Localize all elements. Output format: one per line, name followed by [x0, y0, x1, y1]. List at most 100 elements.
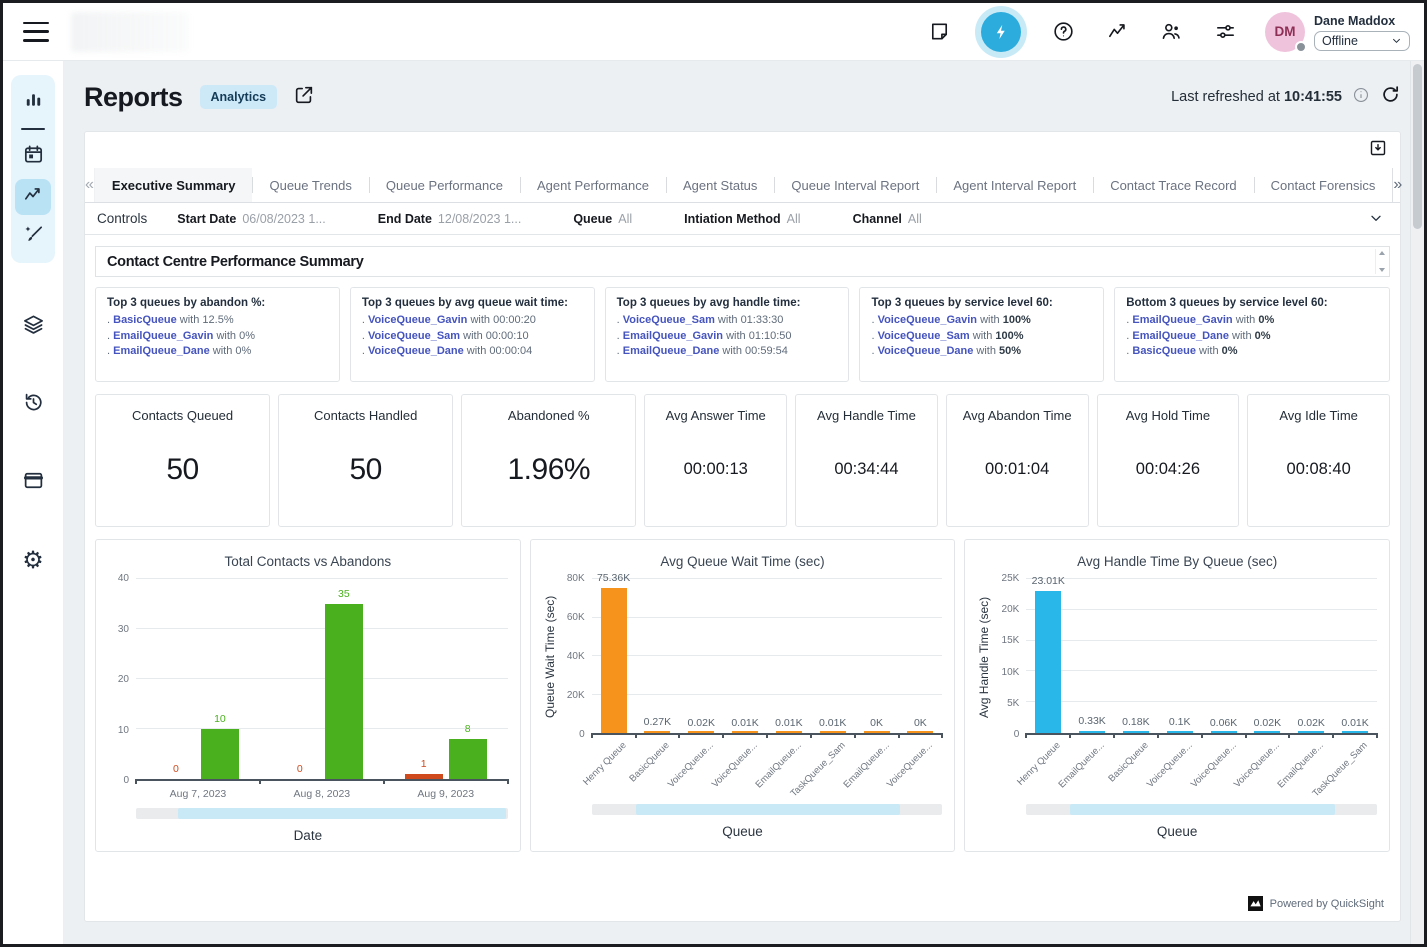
app-logo — [71, 12, 189, 52]
refresh-icon[interactable] — [1380, 84, 1401, 110]
bar-emailqueue — [1298, 731, 1324, 733]
tabs-scroll-left-icon[interactable]: « — [85, 168, 95, 202]
bar-value-label: 23.01K — [1032, 575, 1065, 587]
queue-link[interactable]: VoiceQueue_Dane — [878, 345, 974, 357]
controls-expand-icon[interactable] — [1368, 210, 1384, 231]
tab-executive-summary[interactable]: Executive Summary — [95, 168, 253, 202]
summary-scrollbar[interactable] — [1375, 249, 1387, 274]
history-icon — [22, 391, 45, 419]
queue-link[interactable]: BasicQueue — [1132, 345, 1196, 357]
queue-link[interactable]: EmailQueue_Gavin — [113, 330, 213, 342]
preferences-sliders-icon[interactable] — [1213, 20, 1237, 44]
tabs-scroll-right-icon[interactable]: » — [1392, 168, 1402, 202]
bar-value-label: 0.01K — [731, 717, 758, 729]
insights-icon[interactable] — [1105, 20, 1129, 44]
info-icon[interactable] — [1352, 86, 1370, 109]
filter-start-date[interactable]: Start Date06/08/2023 1... — [177, 212, 325, 226]
contacts-icon[interactable] — [1159, 20, 1183, 44]
tab-queue-interval-report[interactable]: Queue Interval Report — [774, 168, 936, 202]
chart-hscrollbar-thumb[interactable] — [178, 808, 506, 819]
note-icon[interactable] — [927, 20, 951, 44]
summary-item: . VoiceQueue_Sam with 01:33:30 — [617, 314, 838, 326]
queue-link[interactable]: VoiceQueue_Dane — [368, 345, 464, 357]
chart-hscrollbar-thumb[interactable] — [1070, 804, 1335, 815]
tab-contact-forensics[interactable]: Contact Forensics — [1254, 168, 1393, 202]
chart-plot: 75.36K0.27K0.02K0.01K0.01K0.01K0K0K — [592, 579, 943, 735]
queue-link[interactable]: EmailQueue_Dane — [1132, 330, 1229, 342]
sidebar-item-reports[interactable] — [15, 179, 51, 215]
bar-henry-queue — [601, 588, 627, 733]
download-icon[interactable] — [1368, 138, 1388, 163]
tab-agent-performance[interactable]: Agent Performance — [520, 168, 666, 202]
bar-value-label: 8 — [465, 723, 471, 735]
sidebar-item-settings[interactable]: ⚙ — [15, 543, 51, 579]
chart-plot: 01003518 — [136, 579, 508, 781]
sidebar-item-workspace[interactable] — [15, 465, 51, 501]
sidebar-item-history[interactable] — [15, 387, 51, 423]
tab-queue-performance[interactable]: Queue Performance — [369, 168, 520, 202]
scroll-up-icon[interactable] — [1379, 251, 1385, 255]
scroll-down-icon[interactable] — [1379, 268, 1385, 272]
last-refreshed-time: 10:41:55 — [1284, 89, 1342, 105]
summary-card: Bottom 3 queues by service level 60:. Em… — [1114, 287, 1390, 382]
queue-link[interactable]: EmailQueue_Dane — [623, 345, 720, 357]
hamburger-icon[interactable] — [23, 22, 49, 42]
kpi-value: 1.96% — [507, 453, 590, 487]
controls-row: Controls Start Date06/08/2023 1...End Da… — [85, 203, 1400, 235]
tab-agent-status[interactable]: Agent Status — [666, 168, 774, 202]
filter-value: 06/08/2023 1... — [242, 212, 325, 226]
analytics-badge[interactable]: Analytics — [200, 85, 278, 109]
quicksight-logo-icon — [1248, 896, 1263, 911]
x-tick-label: EmailQueue... — [841, 740, 891, 790]
tab-contact-trace-record[interactable]: Contact Trace Record — [1093, 168, 1253, 202]
avatar[interactable]: DM — [1265, 12, 1305, 52]
queue-link[interactable]: VoiceQueue_Sam — [878, 330, 970, 342]
filter-end-date[interactable]: End Date12/08/2023 1... — [378, 212, 522, 226]
kpi-label: Avg Hold Time — [1126, 408, 1210, 423]
queue-link[interactable]: VoiceQueue_Sam — [623, 314, 715, 326]
x-axis-title: Date — [108, 828, 508, 843]
page-scrollbar-thumb[interactable] — [1413, 64, 1422, 229]
x-tick-label: VoiceQueue... — [666, 740, 716, 790]
queue-link[interactable]: VoiceQueue_Gavin — [878, 314, 977, 326]
chart-hscrollbar[interactable] — [592, 804, 943, 815]
help-icon[interactable] — [1051, 20, 1075, 44]
y-tick-label: 10 — [118, 725, 129, 736]
queue-link[interactable]: EmailQueue_Dane — [113, 345, 210, 357]
x-tick-label: Aug 8, 2023 — [260, 788, 384, 800]
x-tick-label: VoiceQueue... — [885, 740, 935, 790]
status-select[interactable]: Offline — [1314, 31, 1410, 51]
chart-hscrollbar-thumb[interactable] — [636, 804, 901, 815]
tab-agent-interval-report[interactable]: Agent Interval Report — [936, 168, 1093, 202]
summary-item: . EmailQueue_Dane with 0% — [107, 345, 328, 357]
boost-bolt-icon[interactable] — [981, 12, 1021, 52]
summary-card: Top 3 queues by avg handle time:. VoiceQ… — [605, 287, 850, 382]
sidebar-item-dashboards[interactable] — [15, 85, 51, 121]
y-tick-label: 20K — [567, 690, 585, 701]
queue-link[interactable]: VoiceQueue_Sam — [368, 330, 460, 342]
sidebar-item-schedule[interactable] — [15, 139, 51, 175]
external-link-icon[interactable] — [293, 84, 315, 111]
bar-value-label: 0 — [173, 763, 179, 775]
filter-channel[interactable]: ChannelAll — [853, 212, 922, 226]
sidebar-item-layers[interactable] — [15, 309, 51, 345]
y-axis-title: Queue Wait Time (sec) — [543, 579, 560, 735]
queue-link[interactable]: BasicQueue — [113, 314, 177, 326]
chart-hscrollbar[interactable] — [1026, 804, 1377, 815]
x-tick-label: VoiceQueue... — [710, 740, 760, 790]
powered-by-link[interactable]: Powered by QuickSight — [95, 896, 1384, 911]
x-tick-label: EmailQueue... — [1057, 740, 1107, 790]
filter-intiation-method[interactable]: Intiation MethodAll — [684, 212, 800, 226]
bar-value-label: 35 — [338, 588, 350, 600]
page-scrollbar[interactable] — [1410, 61, 1424, 944]
queue-link[interactable]: EmailQueue_Gavin — [1132, 314, 1232, 326]
bar-chart-icon — [22, 89, 45, 117]
chart-hscrollbar[interactable] — [136, 808, 508, 819]
queue-link[interactable]: EmailQueue_Gavin — [623, 330, 723, 342]
tab-queue-trends[interactable]: Queue Trends — [252, 168, 368, 202]
filter-queue[interactable]: QueueAll — [573, 212, 632, 226]
bar-value-label: 75.36K — [597, 572, 630, 584]
sidebar-item-customize[interactable] — [15, 219, 51, 255]
queue-link[interactable]: VoiceQueue_Gavin — [368, 314, 467, 326]
summary-item: . VoiceQueue_Dane with 00:00:04 — [362, 345, 583, 357]
